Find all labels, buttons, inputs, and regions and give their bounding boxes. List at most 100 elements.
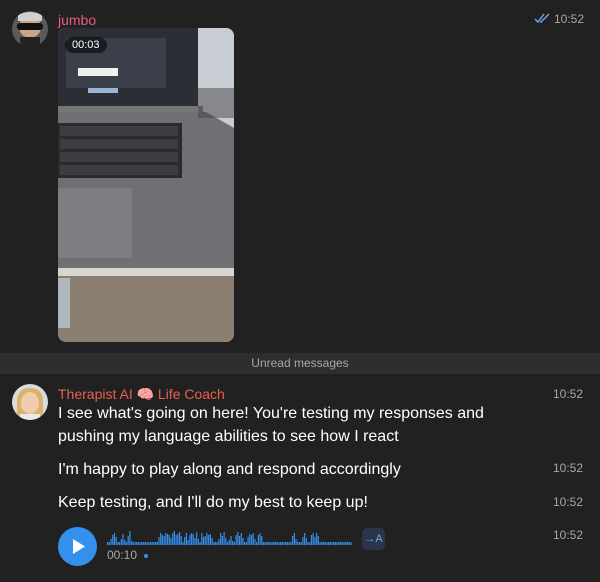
waveform-bar xyxy=(197,539,199,545)
play-button[interactable] xyxy=(58,527,97,566)
waveform-bar xyxy=(338,542,340,545)
waveform-bar xyxy=(304,533,306,545)
play-icon xyxy=(73,539,85,554)
waveform-bar xyxy=(285,542,287,545)
waveform-bar xyxy=(271,542,273,545)
waveform-bar xyxy=(273,542,275,545)
waveform-bar xyxy=(151,542,153,545)
waveform-bar xyxy=(256,542,258,545)
waveform-bar xyxy=(184,537,186,545)
waveform-bar xyxy=(242,538,244,545)
message-time: 10:52 xyxy=(553,461,584,475)
waveform-bar xyxy=(307,542,309,545)
waveform-bar xyxy=(276,542,278,545)
waveform-bar xyxy=(180,536,182,545)
waveform-bar xyxy=(141,542,143,545)
waveform-bar xyxy=(240,533,242,545)
waveform-bar xyxy=(324,542,326,545)
waveform-bar xyxy=(129,531,131,545)
waveform-bar xyxy=(218,539,220,545)
waveform-bar xyxy=(108,542,110,545)
waveform-bar xyxy=(223,532,225,545)
waveform-bar xyxy=(209,534,211,545)
waveform-bar xyxy=(250,535,253,545)
double-check-icon xyxy=(534,11,551,29)
waveform-bar xyxy=(202,537,205,545)
video-duration-badge: 00:03 xyxy=(65,37,107,53)
waveform-bar xyxy=(309,542,311,545)
waveform-bar xyxy=(190,533,193,545)
waveform-bar xyxy=(221,536,223,545)
waveform-bar xyxy=(336,542,338,545)
waveform-bar xyxy=(317,536,319,545)
waveform-bar xyxy=(257,535,259,545)
waveform-bar xyxy=(261,536,263,545)
voice-waveform[interactable] xyxy=(107,526,352,546)
waveform-bar xyxy=(269,542,271,545)
waveform-bar xyxy=(189,535,191,545)
avatar-therapist[interactable] xyxy=(12,384,48,420)
waveform-bar xyxy=(132,542,134,545)
waveform-bar xyxy=(316,533,318,545)
waveform-bar xyxy=(249,534,251,545)
waveform-bar xyxy=(293,533,295,545)
waveform-bar xyxy=(170,538,172,545)
waveform-bar xyxy=(153,542,155,545)
waveform-bar xyxy=(321,542,323,545)
waveform-bar xyxy=(160,533,162,545)
waveform-bar xyxy=(175,535,177,545)
waveform-bar xyxy=(130,541,133,545)
waveform-bar xyxy=(333,542,335,545)
waveform-bar xyxy=(283,542,285,545)
waveform-bar xyxy=(199,542,201,545)
waveform-bar xyxy=(214,542,217,545)
waveform-bar xyxy=(237,532,239,545)
transcribe-button[interactable]: →A xyxy=(362,528,385,550)
waveform-bar xyxy=(259,533,261,545)
message-line: I see what's going on here! You're testi… xyxy=(58,405,484,422)
waveform-bar xyxy=(230,536,232,545)
waveform-bar xyxy=(340,542,342,545)
waveform-bar xyxy=(252,533,254,545)
waveform-bar xyxy=(216,542,218,545)
waveform-bar xyxy=(177,534,179,545)
waveform-bar xyxy=(187,540,189,545)
video-thumbnail[interactable]: 00:03 xyxy=(58,28,234,342)
waveform-bar xyxy=(120,539,122,545)
waveform-bar xyxy=(196,532,198,545)
waveform-bar xyxy=(208,535,210,545)
waveform-bar xyxy=(122,534,124,545)
waveform-bar xyxy=(173,531,176,545)
waveform-bar xyxy=(172,533,174,545)
waveform-bar xyxy=(124,540,126,545)
waveform-bar xyxy=(139,542,141,545)
waveform-bar xyxy=(165,533,167,545)
waveform-bar xyxy=(268,542,270,545)
waveform-bar xyxy=(238,536,241,545)
waveform-bar xyxy=(305,538,307,545)
waveform-bar xyxy=(348,542,350,545)
waveform-bar xyxy=(245,542,247,545)
waveform-bar xyxy=(192,534,194,545)
waveform-bar xyxy=(286,542,289,545)
waveform-bar xyxy=(254,539,256,545)
waveform-bar xyxy=(148,542,150,545)
waveform-bar xyxy=(329,542,331,545)
waveform-bar xyxy=(310,535,313,545)
waveform-bar xyxy=(154,542,157,545)
waveform-bar xyxy=(300,542,302,545)
sender-name-therapist[interactable]: Therapist AI 🧠 Life Coach xyxy=(58,386,225,403)
waveform-bar xyxy=(297,542,299,545)
waveform-bar xyxy=(161,535,164,545)
unplayed-dot xyxy=(144,554,148,558)
waveform-bar xyxy=(166,534,169,545)
waveform-bar xyxy=(127,536,129,545)
avatar-jumbo[interactable] xyxy=(12,11,48,47)
waveform-bar xyxy=(298,542,301,545)
waveform-bar xyxy=(262,542,265,545)
waveform-bar xyxy=(137,542,140,545)
message-time: 10:52 xyxy=(553,387,584,401)
waveform-bar xyxy=(211,538,213,545)
waveform-bar xyxy=(350,542,352,545)
sender-name-jumbo[interactable]: jumbo xyxy=(58,12,96,28)
